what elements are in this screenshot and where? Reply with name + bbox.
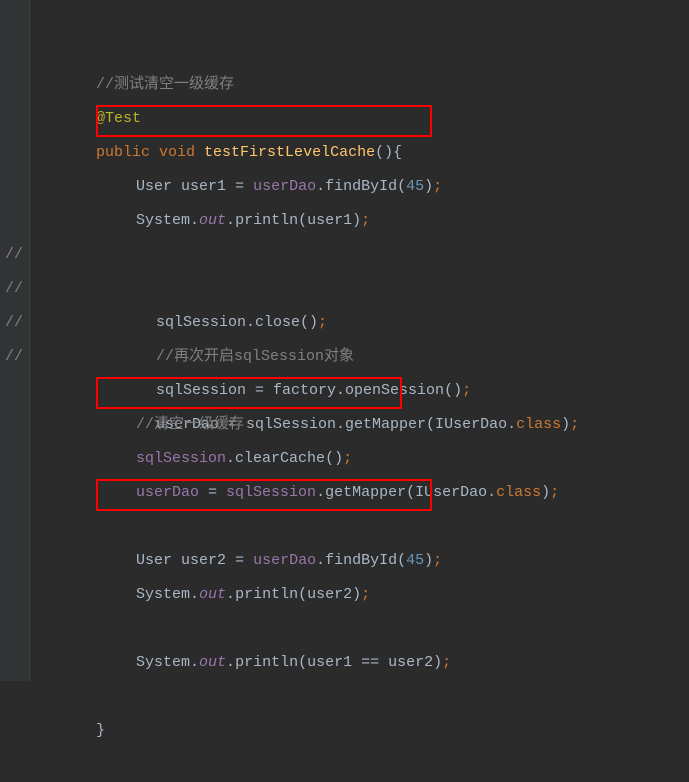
code-line[interactable]: // sqlSession.close(); — [0, 204, 689, 238]
code-line[interactable]: User user1 = userDao.findById(45); — [0, 102, 689, 136]
code-line-blank[interactable] — [0, 170, 689, 204]
code-line-blank[interactable] — [0, 544, 689, 578]
code-line[interactable]: System.out.println(user1); — [0, 136, 689, 170]
code-line[interactable]: User user2 = userDao.findById(45); — [0, 476, 689, 510]
code-line[interactable]: //测试清空一级缓存 — [0, 0, 689, 34]
brace-close: } — [96, 722, 105, 739]
code-line[interactable]: } — [0, 646, 689, 680]
code-line-blank[interactable] — [0, 442, 689, 476]
code-line[interactable]: // //再次开启sqlSession对象 — [0, 238, 689, 272]
code-editor[interactable]: //测试清空一级缓存 @Test public void testFirstLe… — [0, 0, 689, 681]
code-line[interactable]: @Test — [0, 34, 689, 68]
code-line[interactable]: // userDao = sqlSession.getMapper(IUserD… — [0, 306, 689, 340]
code-line[interactable]: //清空一级缓存 — [0, 340, 689, 374]
code-line[interactable]: userDao = sqlSession.getMapper(IUserDao.… — [0, 408, 689, 442]
code-line[interactable]: System.out.println(user1 == user2); — [0, 578, 689, 612]
code-line[interactable]: public void testFirstLevelCache(){ — [0, 68, 689, 102]
code-line[interactable]: sqlSession.clearCache(); — [0, 374, 689, 408]
code-line-blank[interactable] — [0, 612, 689, 646]
code-line[interactable]: // sqlSession = factory.openSession(); — [0, 272, 689, 306]
code-line[interactable]: System.out.println(user2); — [0, 510, 689, 544]
